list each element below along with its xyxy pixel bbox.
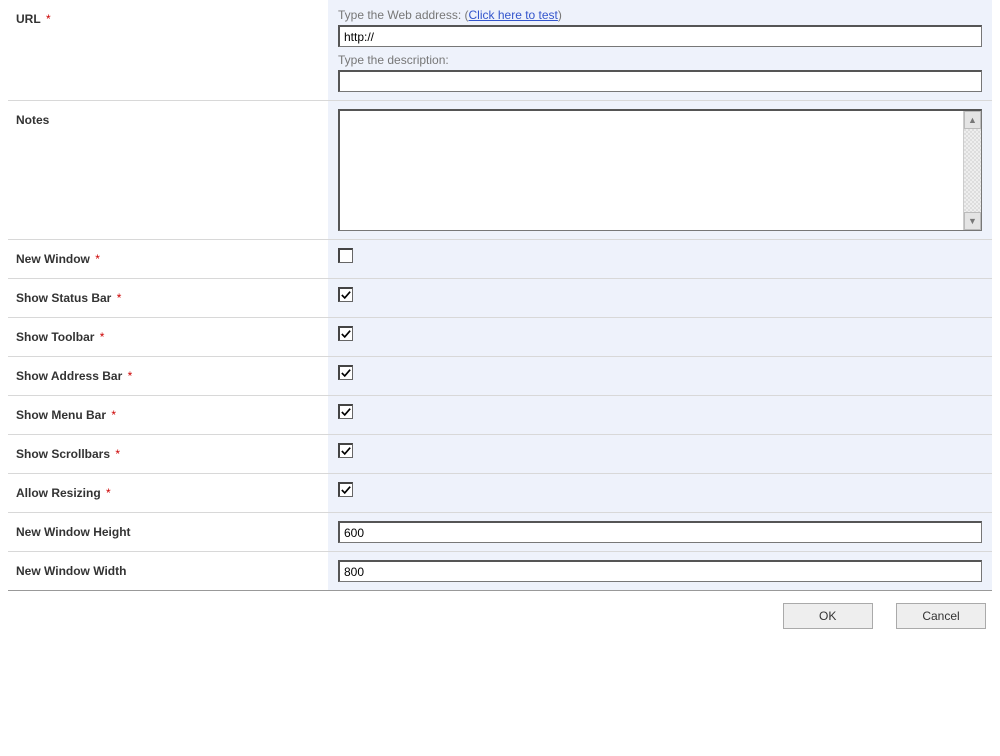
url-desc-hint: Type the description:	[338, 53, 982, 67]
required-marker: *	[128, 369, 133, 383]
checkbox-show-status-bar[interactable]	[338, 287, 353, 302]
scrollbar[interactable]: ▲ ▼	[963, 111, 981, 230]
row-show-address-bar: Show Address Bar *	[8, 357, 992, 396]
ok-button[interactable]: OK	[783, 603, 873, 629]
required-marker: *	[95, 252, 100, 266]
notes-textarea-wrap: ▲ ▼	[338, 109, 982, 231]
row-show-menu-bar: Show Menu Bar *	[8, 396, 992, 435]
form-container: URL * Type the Web address: (Click here …	[0, 0, 1000, 629]
url-description-input[interactable]	[338, 70, 982, 92]
form-table: URL * Type the Web address: (Click here …	[8, 0, 992, 591]
label-show-address-bar: Show Address Bar	[16, 369, 122, 383]
required-marker: *	[111, 408, 116, 422]
url-hint: Type the Web address: (Click here to tes…	[338, 8, 982, 22]
row-notes: Notes ▲ ▼	[8, 101, 992, 240]
row-new-window-width: New Window Width	[8, 552, 992, 591]
url-hint-prefix: Type the Web address: (	[338, 8, 469, 22]
button-bar: OK Cancel	[8, 591, 992, 629]
new-window-width-input[interactable]	[338, 560, 982, 582]
label-show-scrollbars: Show Scrollbars	[16, 447, 110, 461]
label-new-window-width: New Window Width	[16, 564, 126, 578]
scroll-up-icon[interactable]: ▲	[964, 111, 981, 129]
row-url: URL * Type the Web address: (Click here …	[8, 0, 992, 101]
test-link[interactable]: Click here to test	[469, 8, 558, 22]
required-marker: *	[117, 291, 122, 305]
url-input[interactable]	[338, 25, 982, 47]
required-marker: *	[106, 486, 111, 500]
checkbox-show-menu-bar[interactable]	[338, 404, 353, 419]
row-allow-resizing: Allow Resizing *	[8, 474, 992, 513]
row-show-status-bar: Show Status Bar *	[8, 279, 992, 318]
label-url: URL	[16, 12, 41, 26]
checkbox-show-scrollbars[interactable]	[338, 443, 353, 458]
row-show-toolbar: Show Toolbar *	[8, 318, 992, 357]
required-marker: *	[46, 12, 51, 26]
url-hint-suffix: )	[558, 8, 562, 22]
label-new-window-height: New Window Height	[16, 525, 131, 539]
row-new-window: New Window *	[8, 240, 992, 279]
cancel-button[interactable]: Cancel	[896, 603, 986, 629]
label-new-window: New Window	[16, 252, 90, 266]
row-show-scrollbars: Show Scrollbars *	[8, 435, 992, 474]
scroll-down-icon[interactable]: ▼	[964, 212, 981, 230]
label-show-menu-bar: Show Menu Bar	[16, 408, 106, 422]
label-allow-resizing: Allow Resizing	[16, 486, 101, 500]
label-show-status-bar: Show Status Bar	[16, 291, 111, 305]
checkbox-allow-resizing[interactable]	[338, 482, 353, 497]
required-marker: *	[115, 447, 120, 461]
row-new-window-height: New Window Height	[8, 513, 992, 552]
label-show-toolbar: Show Toolbar	[16, 330, 94, 344]
required-marker: *	[100, 330, 105, 344]
notes-textarea[interactable]	[340, 111, 961, 230]
new-window-height-input[interactable]	[338, 521, 982, 543]
checkbox-show-toolbar[interactable]	[338, 326, 353, 341]
label-notes: Notes	[16, 113, 49, 127]
checkbox-show-address-bar[interactable]	[338, 365, 353, 380]
checkbox-new-window[interactable]	[338, 248, 353, 263]
